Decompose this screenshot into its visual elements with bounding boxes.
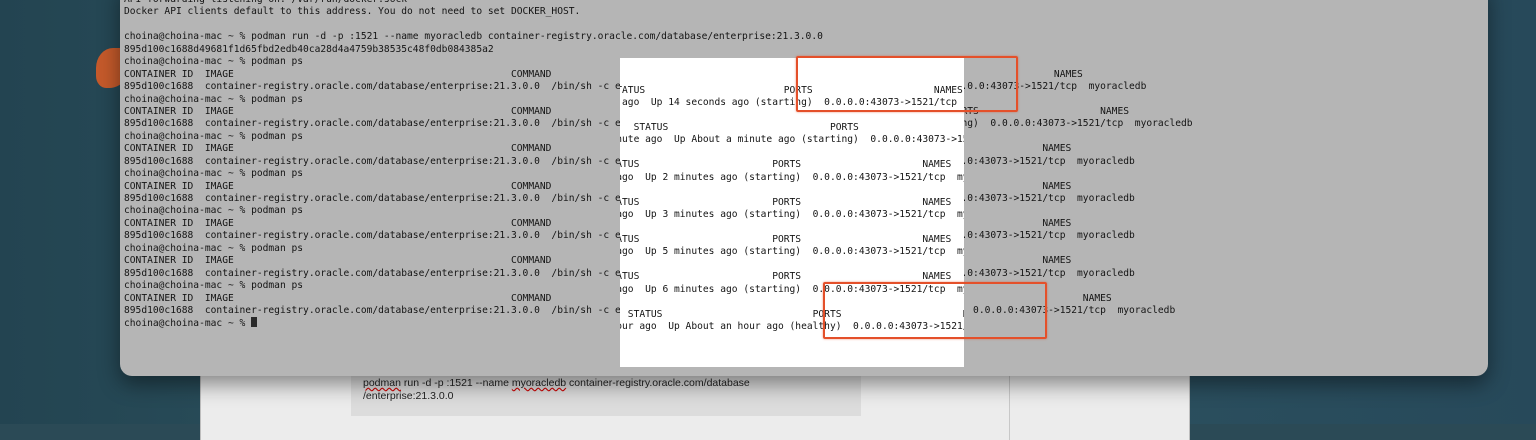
terminal-line: 895d100c1688d49681f1d65fbd2edb40ca28d4a4… — [124, 43, 494, 55]
terminal-line: choina@choina-mac ~ % podman ps — [620, 259, 964, 271]
terminal-line: choina@choina-mac ~ % podman ps — [620, 147, 964, 159]
prompt-text: choina@choina-mac ~ % — [124, 318, 252, 330]
terminal-line: choina@choina-mac ~ % podman ps — [620, 221, 964, 233]
document-code-line-1: podman run -d -p :1521 --name myoracledb… — [363, 377, 849, 390]
terminal-line: CONTAINER ID IMAGE COMMAND CREATED STATU… — [620, 159, 952, 171]
terminal-line: CONTAINER ID IMAGE COMMAND CREATED STATU… — [633, 121, 859, 133]
terminal-line: 895d100c1688 container-registry.oracle.c… — [620, 171, 964, 183]
terminal-line: 895d100c1688 container-registry.oracle.c… — [620, 209, 964, 220]
terminal-line: choina@choina-mac ~ % podman run -d -p :… — [124, 31, 823, 43]
terminal-line: Docker API clients default to this addre… — [124, 6, 581, 18]
spellcheck-word: podman — [363, 377, 401, 389]
annotation-box-starting — [796, 56, 1018, 112]
document-code-line-2: /enterprise:21.3.0.0 — [363, 390, 454, 402]
terminal-line: CONTAINER ID IMAGE COMMAND CREATED STATU… — [620, 233, 952, 245]
terminal-line: 895d100c1688 container-registry.oracle.c… — [620, 134, 964, 146]
terminal-line: CONTAINER ID IMAGE COMMAND CREATED STATU… — [620, 196, 952, 208]
document-code-block: podman run -d -p :1521 --name myoracledb… — [351, 370, 861, 416]
terminal-line: 895d100c1688 container-registry.oracle.c… — [620, 246, 964, 258]
cursor-icon — [251, 317, 258, 328]
code-text: container-registry.oracle.com/database — [566, 377, 750, 389]
annotation-box-healthy — [823, 282, 1047, 339]
terminal-line: choina@choina-mac ~ % podman ps — [620, 184, 964, 196]
spellcheck-word: myoracledb — [511, 377, 567, 389]
code-text: run -d -p :1521 --name — [400, 377, 512, 389]
